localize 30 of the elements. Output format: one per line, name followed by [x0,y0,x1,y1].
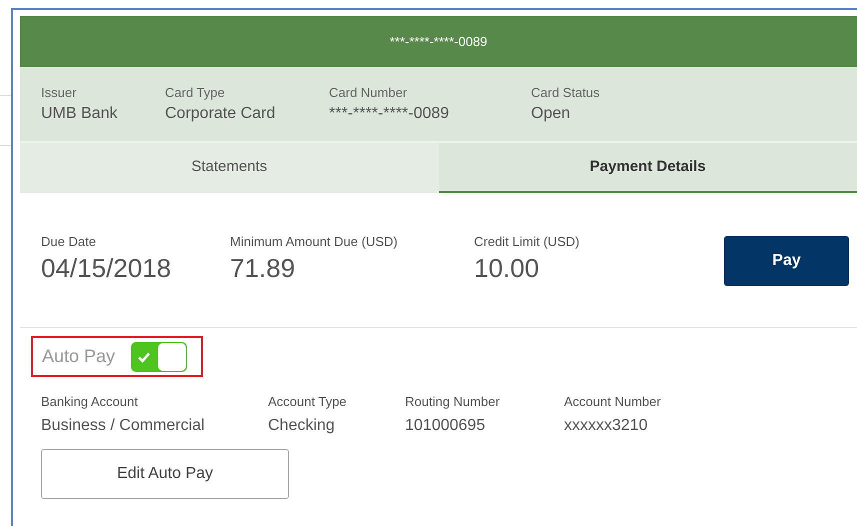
edit-auto-pay-button[interactable]: Edit Auto Pay [41,449,289,499]
toggle-knob [158,342,186,370]
info-value: Open [531,104,572,124]
auto-pay-label: Auto Pay [42,345,116,368]
info-value: ***-****-****-0089 [329,104,450,124]
info-value: Corporate Card [165,104,276,124]
info-label: Card Type [165,84,226,101]
detail-label: Account Number [564,393,662,410]
detail-label: Routing Number [405,393,501,410]
summary-label: Credit Limit (USD) [474,233,580,250]
summary-value: 04/15/2018 [41,252,172,284]
info-label: Card Number [329,84,408,101]
tab[interactable]: Statements [20,143,438,193]
card-header: ***-****-****-0089 [20,16,857,67]
detail-value: 101000695 [405,416,486,436]
auto-pay-toggle[interactable] [131,342,188,372]
info-label: Card Status [531,84,601,101]
summary-label: Due Date [41,233,97,250]
summary-value: 10.00 [474,252,540,284]
detail-value: xxxxxx3210 [564,416,649,436]
info-value: UMB Bank [41,104,118,124]
pay-button[interactable]: Pay [724,236,849,286]
detail-label: Account Type [268,393,348,410]
detail-value: Checking [268,416,336,436]
detail-label: Banking Account [41,393,139,410]
tab[interactable]: Payment Details [438,143,857,193]
info-label: Issuer [41,84,78,101]
summary-label: Minimum Amount Due (USD) [230,233,399,250]
detail-value: Business / Commercial [41,416,206,436]
summary-value: 71.89 [230,252,296,284]
